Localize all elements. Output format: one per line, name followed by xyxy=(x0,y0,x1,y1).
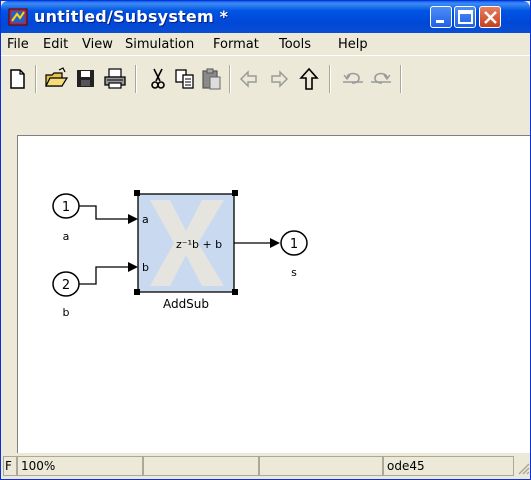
block-expression: z⁻¹b + b xyxy=(176,238,222,251)
inport-b[interactable]: 2 xyxy=(52,271,80,297)
simulink-app-icon xyxy=(8,8,28,26)
inport-a-label: a xyxy=(63,230,70,243)
status-field-empty xyxy=(259,456,383,476)
close-button[interactable] xyxy=(479,6,501,28)
minimize-button[interactable] xyxy=(430,6,452,28)
model-canvas[interactable]: 1 a 2 b a b z⁻¹b + b AddSub 1 s xyxy=(17,135,531,454)
arrowhead xyxy=(270,238,280,248)
menu-file[interactable]: File xyxy=(7,37,29,52)
outport-number: 1 xyxy=(290,237,298,252)
minimize-icon xyxy=(436,20,444,23)
window-title: untitled/Subsystem * xyxy=(34,7,229,26)
forward-icon[interactable] xyxy=(266,66,294,92)
maximize-icon xyxy=(458,10,473,24)
toolbar xyxy=(1,55,530,136)
outport-s[interactable]: 1 xyxy=(280,230,308,256)
simulink-window: untitled/Subsystem * File Edit View Simu… xyxy=(0,0,531,480)
back-icon[interactable] xyxy=(236,66,264,92)
inport-b-number: 2 xyxy=(62,278,70,293)
status-solver: ode45 xyxy=(383,456,514,476)
menu-simulation[interactable]: Simulation xyxy=(125,37,194,52)
close-icon xyxy=(484,11,497,24)
status-bar: F 100% ode45 xyxy=(1,453,530,479)
redo-icon[interactable] xyxy=(367,66,395,92)
signal-line-a[interactable] xyxy=(79,205,128,220)
status-zoom: 100% xyxy=(17,456,143,476)
block-diagram[interactable]: 1 a 2 b a b z⁻¹b + b AddSub 1 s xyxy=(18,136,531,454)
print-icon[interactable] xyxy=(101,66,129,92)
addsub-block[interactable]: a b z⁻¹b + b xyxy=(134,190,238,295)
block-port-b: b xyxy=(142,261,149,274)
menu-help[interactable]: Help xyxy=(338,37,368,52)
block-name[interactable]: AddSub xyxy=(163,297,209,311)
cut-icon[interactable] xyxy=(144,66,172,92)
selection-handle[interactable] xyxy=(134,190,140,196)
toolbar-separator xyxy=(400,65,402,93)
toolbar-separator xyxy=(35,65,37,93)
resize-grip-icon[interactable] xyxy=(514,459,530,475)
selection-handle[interactable] xyxy=(134,289,140,295)
inport-b-label: b xyxy=(63,306,70,319)
menu-edit[interactable]: Edit xyxy=(43,37,68,52)
save-icon[interactable] xyxy=(72,66,100,92)
menu-bar: File Edit View Simulation Format Tools H… xyxy=(1,33,530,55)
inport-a-number: 1 xyxy=(62,200,70,215)
menu-tools[interactable]: Tools xyxy=(279,37,311,52)
arrowhead xyxy=(128,214,138,224)
menu-format[interactable]: Format xyxy=(213,37,259,52)
status-left: F xyxy=(3,456,17,476)
paste-icon[interactable] xyxy=(198,66,226,92)
signal-line-b[interactable] xyxy=(79,266,128,285)
new-icon[interactable] xyxy=(3,66,31,92)
outport-label: s xyxy=(291,266,297,279)
arrowhead xyxy=(128,262,138,272)
up-icon[interactable] xyxy=(295,66,323,92)
copy-icon[interactable] xyxy=(171,66,199,92)
open-icon[interactable] xyxy=(42,66,70,92)
selection-handle[interactable] xyxy=(232,289,238,295)
block-port-a: a xyxy=(142,213,149,226)
maximize-button[interactable] xyxy=(454,6,476,28)
selection-handle[interactable] xyxy=(232,190,238,196)
toolbar-separator xyxy=(135,65,137,93)
title-bar[interactable]: untitled/Subsystem * xyxy=(1,1,530,33)
menu-view[interactable]: View xyxy=(82,37,113,52)
status-field-empty xyxy=(143,456,259,476)
toolbar-separator xyxy=(329,65,331,93)
inport-a[interactable]: 1 xyxy=(52,193,80,219)
toolbar-separator xyxy=(229,65,231,93)
undo-icon[interactable] xyxy=(339,66,367,92)
